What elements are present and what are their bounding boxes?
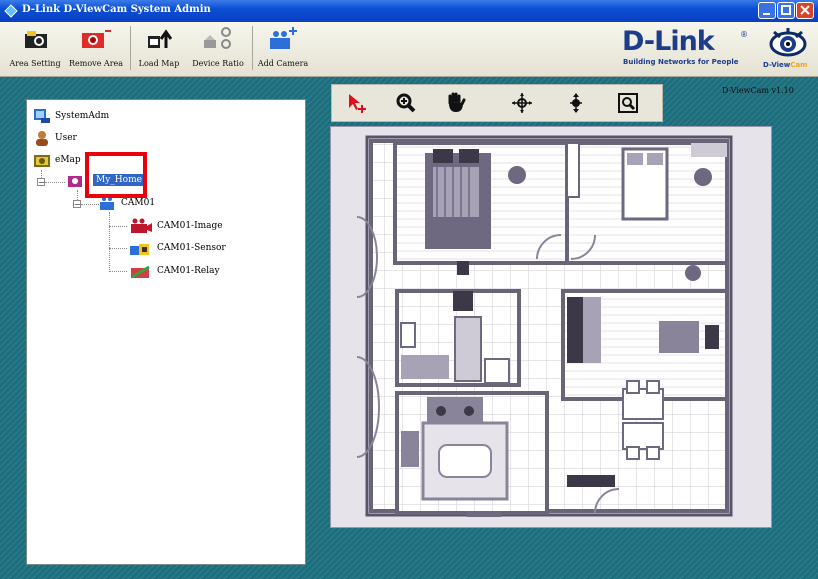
tree-line xyxy=(109,212,110,272)
version-label: D-ViewCam v1.10 xyxy=(722,86,794,95)
eye-logo-icon xyxy=(769,28,807,57)
remove-area-icon xyxy=(82,30,111,48)
title-bar: D-Link D-ViewCam System Admin xyxy=(0,0,818,22)
pan-hand-icon[interactable] xyxy=(444,91,468,115)
close-icon xyxy=(800,5,810,15)
emap-icon xyxy=(34,155,50,167)
add-camera-icon xyxy=(270,27,297,49)
maximize-icon xyxy=(781,5,791,15)
user-icon xyxy=(36,131,48,146)
area-setting-label: Area Setting xyxy=(9,59,61,68)
floor-plan-map[interactable] xyxy=(330,126,772,528)
remove-area-button[interactable]: Remove Area xyxy=(66,24,126,72)
highlight-box xyxy=(85,152,147,198)
collapse-expander[interactable]: − xyxy=(73,200,81,209)
tree-line xyxy=(109,248,127,249)
map-toolbar xyxy=(331,84,663,122)
camera-area-icon xyxy=(25,31,47,48)
tree-item-label: eMap xyxy=(55,155,81,165)
window-title: D-Link D-ViewCam System Admin xyxy=(22,4,211,15)
tree-line xyxy=(109,271,127,272)
add-camera-label: Add Camera xyxy=(257,59,309,68)
tree-item-label: CAM01-Relay xyxy=(157,266,220,276)
maximize-button[interactable] xyxy=(777,2,795,19)
add-camera-button[interactable]: Add Camera xyxy=(256,24,310,72)
floor-plan-image xyxy=(331,127,769,525)
app-window: D-Link D-ViewCam System Admin Area Setti… xyxy=(0,0,818,579)
dlink-logo: D-Link ® Building Networks for People D-… xyxy=(600,24,818,74)
load-map-label: Load Map xyxy=(138,59,180,68)
system-admin-icon xyxy=(34,109,50,123)
toolbar-separator xyxy=(130,26,131,70)
tree-item-label: CAM01-Sensor xyxy=(157,243,226,253)
close-button[interactable] xyxy=(796,2,814,19)
select-move-icon[interactable] xyxy=(346,91,370,115)
device-tree-panel: SystemAdm User eMap − My_Home − CAM01 CA… xyxy=(26,99,306,565)
collapse-expander[interactable]: − xyxy=(37,178,45,187)
app-icon xyxy=(4,4,18,18)
move-all-icon[interactable] xyxy=(510,91,534,115)
tree-item-label: User xyxy=(55,133,77,143)
tree-line xyxy=(109,226,127,227)
toolbar-separator xyxy=(252,26,253,70)
workspace: SystemAdm User eMap − My_Home − CAM01 CA… xyxy=(0,77,818,579)
product-name: D-ViewCam xyxy=(763,61,807,69)
registered-mark: ® xyxy=(740,30,748,39)
tree-item-label: CAM01-Image xyxy=(157,221,223,231)
move-vertical-icon[interactable] xyxy=(564,91,588,115)
minimize-icon xyxy=(763,13,770,15)
product-name-cam: Cam xyxy=(790,61,808,69)
device-ratio-label: Device Ratio xyxy=(192,59,244,68)
load-map-button[interactable]: Load Map xyxy=(134,24,184,72)
camera-image-icon xyxy=(131,218,152,233)
tree-line xyxy=(81,204,99,205)
brand-name: D-Link xyxy=(622,26,715,57)
zoom-in-icon[interactable] xyxy=(394,91,418,115)
sensor-icon xyxy=(130,244,149,255)
map-node-icon xyxy=(68,176,82,187)
product-name-view: View xyxy=(771,61,791,69)
device-ratio-button[interactable]: Device Ratio xyxy=(188,24,248,72)
minimize-button[interactable] xyxy=(758,2,776,19)
device-ratio-icon xyxy=(204,27,231,49)
area-setting-button[interactable]: Area Setting xyxy=(4,24,66,72)
relay-icon xyxy=(131,265,150,279)
brand-tagline: Building Networks for People xyxy=(623,58,739,66)
tree-item-label: SystemAdm xyxy=(55,111,110,121)
load-map-icon xyxy=(148,29,172,48)
zoom-fit-icon[interactable] xyxy=(616,91,640,115)
tree-item-label: CAM01 xyxy=(121,198,156,208)
tree-line xyxy=(45,182,65,183)
remove-area-label: Remove Area xyxy=(68,59,124,68)
